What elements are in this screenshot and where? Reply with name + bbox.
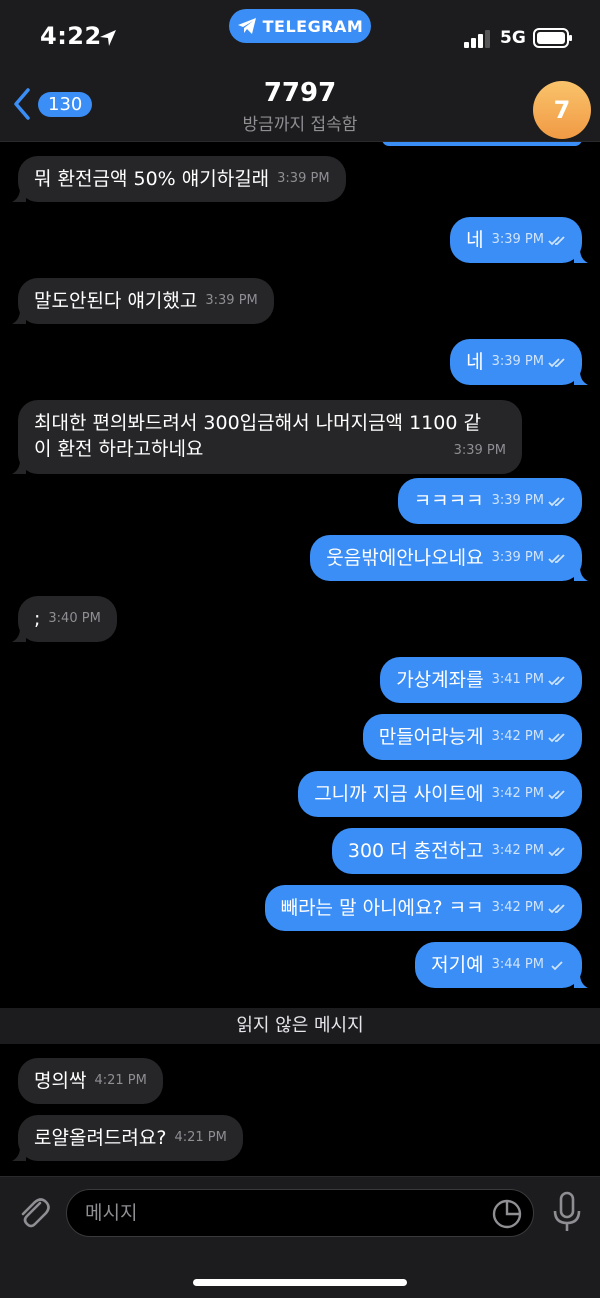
message-text: 가상계좌를	[396, 669, 484, 691]
message-text-line: 최대한 편의봐드려서 300입금해서 나머지금액 1100 같	[34, 412, 481, 434]
bubble-tail	[12, 1147, 26, 1161]
message-text: 네	[466, 229, 484, 251]
message-text: 네	[466, 351, 484, 373]
chat-title[interactable]: 7797	[0, 78, 600, 108]
unread-messages-divider: 읽지 않은 메시지	[0, 1008, 600, 1044]
message-text: 빼라는 말 아니에요? ㅋㅋ	[280, 897, 484, 919]
chat-header: 130 7797 방금까지 접속함 7	[0, 72, 600, 142]
message-time: 3:39 PM	[491, 232, 544, 247]
message-text: 300 더 충전하고	[347, 840, 484, 862]
message-outgoing[interactable]: 그니까 지금 사이트에 3:42 PM	[298, 771, 582, 817]
bubble-tail	[12, 188, 26, 202]
message-incoming[interactable]: 말도안된다 얘기했고 3:39 PM	[12, 278, 274, 324]
bubble-tail	[12, 460, 26, 474]
read-double-check-icon	[548, 553, 565, 563]
message-text: 뭐 환전금액 50% 얘기하길래	[34, 168, 270, 190]
message-time: 3:39 PM	[491, 354, 544, 369]
message-incoming[interactable]: 명의싹 4:21 PM	[18, 1058, 163, 1104]
microphone-icon[interactable]	[552, 1191, 582, 1233]
message-time: 3:42 PM	[491, 900, 544, 915]
partial-outgoing-bubble	[382, 142, 582, 146]
message-time: 3:39 PM	[491, 493, 544, 508]
sticker-icon[interactable]	[491, 1198, 523, 1230]
message-text: 만들어라능게	[378, 726, 484, 748]
paperclip-icon[interactable]	[16, 1193, 52, 1233]
network-type: 5G	[500, 28, 526, 48]
bubble-tail	[574, 974, 588, 988]
message-text: 로얄올려드려요?	[34, 1127, 167, 1149]
message-text: 웃음밖에안나오네요	[326, 547, 484, 569]
message-time: 3:39 PM	[491, 550, 544, 565]
sent-check-icon	[551, 960, 563, 970]
status-time: 4:22	[40, 22, 102, 50]
message-time: 3:40 PM	[48, 611, 101, 626]
message-outgoing[interactable]: 가상계좌를 3:41 PM	[380, 657, 582, 703]
message-outgoing[interactable]: 웃음밖에안나오네요 3:39 PM	[310, 535, 588, 581]
read-double-check-icon	[548, 235, 565, 245]
message-incoming[interactable]: 뭐 환전금액 50% 얘기하길래 3:39 PM	[12, 156, 346, 202]
message-time: 3:41 PM	[491, 672, 544, 687]
message-text: 저기예	[431, 954, 484, 976]
message-text: 그니까 지금 사이트에	[314, 783, 484, 805]
message-outgoing[interactable]: ㅋㅋㅋㅋ 3:39 PM	[397, 478, 582, 524]
message-text: 명의싹	[34, 1070, 87, 1092]
message-outgoing[interactable]: 만들어라능게 3:42 PM	[362, 714, 582, 760]
message-list[interactable]: 뭐 환전금액 50% 얘기하길래 3:39 PM 네 3:39 PM 말도안된다 얘…	[0, 142, 600, 1176]
bubble-tail	[12, 310, 26, 324]
bubble-tail	[574, 249, 588, 263]
home-indicator[interactable]	[193, 1279, 407, 1286]
message-input[interactable]	[67, 1190, 467, 1236]
message-time: 4:21 PM	[174, 1130, 227, 1145]
read-double-check-icon	[548, 675, 565, 685]
telegram-app-pill[interactable]: TELEGRAM	[229, 9, 371, 43]
read-double-check-icon	[548, 903, 565, 913]
location-arrow-icon	[100, 30, 116, 46]
message-time: 3:42 PM	[491, 729, 544, 744]
message-time: 3:44 PM	[491, 957, 544, 972]
message-time: 4:21 PM	[94, 1073, 147, 1088]
read-double-check-icon	[548, 846, 565, 856]
telegram-pill-label: TELEGRAM	[262, 16, 364, 36]
message-text: ;	[34, 608, 41, 630]
read-double-check-icon	[548, 789, 565, 799]
message-time: 3:39 PM	[205, 293, 258, 308]
read-double-check-icon	[548, 496, 565, 506]
read-double-check-icon	[548, 732, 565, 742]
status-bar: 4:22 TELEGRAM 5G	[0, 0, 600, 72]
bubble-tail	[12, 628, 26, 642]
message-outgoing[interactable]: 저기예 3:44 PM	[415, 942, 588, 988]
message-time: 3:42 PM	[491, 786, 544, 801]
message-time: 3:42 PM	[491, 843, 544, 858]
message-field[interactable]	[66, 1189, 534, 1237]
battery-icon	[533, 28, 572, 48]
bubble-tail	[574, 371, 588, 385]
message-incoming[interactable]: 로얄올려드려요? 4:21 PM	[12, 1115, 243, 1161]
message-incoming[interactable]: 최대한 편의봐드려서 300입금해서 나머지금액 1100 같 이 환전 하라고…	[12, 400, 522, 474]
message-outgoing[interactable]: 빼라는 말 아니에요? ㅋㅋ 3:42 PM	[264, 885, 582, 931]
composer-bar	[0, 1176, 600, 1298]
last-seen-status: 방금까지 접속함	[242, 115, 358, 135]
message-incoming[interactable]: ; 3:40 PM	[12, 596, 117, 642]
signal-bars-icon	[464, 30, 490, 48]
message-outgoing[interactable]: 네 3:39 PM	[450, 339, 588, 385]
message-text: 말도안된다 얘기했고	[34, 290, 198, 312]
telegram-plane-icon	[237, 18, 256, 34]
bubble-tail	[574, 567, 588, 581]
message-time: 3:39 PM	[277, 171, 330, 186]
read-double-check-icon	[548, 357, 565, 367]
message-outgoing[interactable]: 300 더 충전하고 3:42 PM	[331, 828, 582, 874]
message-outgoing[interactable]: 네 3:39 PM	[450, 217, 588, 263]
message-text: ㅋㅋㅋㅋ	[413, 490, 484, 512]
contact-avatar[interactable]: 7	[533, 81, 591, 139]
